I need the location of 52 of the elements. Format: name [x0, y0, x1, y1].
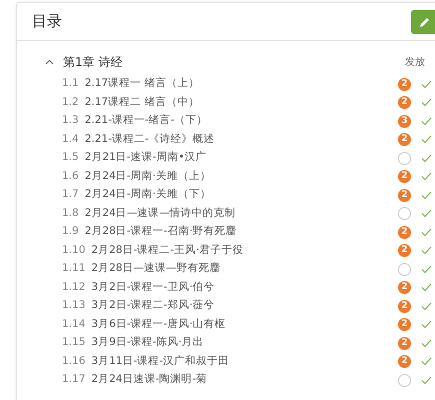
lesson-title[interactable]: 2月28日-课程一-召南·野有死麕 — [84, 224, 237, 240]
count-badge: 2 — [398, 336, 411, 350]
lesson-number: 1.9 — [62, 224, 79, 240]
lesson-title[interactable]: 2月21日-速课-周南•汉广 — [84, 150, 207, 166]
lesson-number: 1.8 — [62, 206, 79, 221]
count-badge: 2 — [398, 318, 411, 332]
lesson-number: 1.15 — [62, 335, 86, 350]
count-badge: 2 — [398, 188, 411, 202]
lesson-number: 1.17 — [62, 372, 86, 388]
count-badge: 2 — [398, 78, 411, 91]
lesson-number: 1.6 — [62, 168, 79, 184]
lesson-number: 1.14 — [62, 316, 86, 332]
lesson-title[interactable]: 3月9日-课程-陈风·月出 — [91, 335, 204, 352]
lesson-title[interactable]: 2月24日-周南·关雎（下） — [84, 187, 211, 204]
panel-title: 目录 — [32, 11, 62, 32]
lesson-title[interactable]: 2.17课程二 绪言（中） — [84, 94, 200, 111]
lesson-title[interactable]: 3月6日-课程一-唐风·山有枢 — [91, 316, 226, 333]
count-badge: 2 — [398, 281, 411, 294]
lesson-number: 1.3 — [62, 113, 79, 128]
count-badge: 3 — [398, 114, 411, 128]
lesson-number: 1.1 — [62, 76, 79, 92]
count-badge: 2 — [398, 170, 411, 184]
lesson-number: 1.13 — [62, 298, 86, 314]
column-label: 发放 — [405, 56, 425, 70]
count-badge: 2 — [398, 244, 411, 258]
count-badge: 2 — [398, 96, 411, 110]
lesson-number: 1.7 — [62, 187, 79, 202]
lesson-number: 1.10 — [62, 242, 86, 258]
count-badge: 2 — [398, 226, 411, 239]
lesson-title[interactable]: 2月24日—速课—情诗中的克制 — [84, 206, 236, 222]
lesson-title[interactable]: 2月24日速课-陶渊明-菊 — [91, 372, 208, 388]
lesson-title[interactable]: 2月28日-课程二-王风·君子于役 — [91, 242, 244, 259]
lesson-title[interactable]: 3月11日-课程-汉广和叔于田 — [91, 354, 230, 370]
lesson-number: 1.11 — [62, 261, 86, 276]
lesson-title[interactable]: 2月28日—速课—野有死麕 — [91, 261, 220, 278]
lesson-title[interactable]: 2.21-课程二-《诗经》概述 — [84, 132, 215, 148]
lesson-number: 1.16 — [62, 354, 86, 369]
pencil-icon — [419, 16, 431, 28]
lesson-number: 1.4 — [62, 132, 79, 147]
lesson-title[interactable]: 2月24日-周南·关雎（上） — [84, 168, 211, 185]
lesson-number: 1.2 — [62, 94, 79, 110]
lesson-number: 1.5 — [62, 150, 79, 166]
lesson-title[interactable]: 3月2日-课程一-卫风·伯兮 — [91, 280, 215, 296]
count-badge: 2 — [398, 300, 411, 313]
count-badge: 2 — [398, 133, 411, 146]
lesson-number: 1.12 — [62, 280, 86, 295]
count-badge: 2 — [398, 355, 411, 368]
chapter-title[interactable]: 第1章 诗经 — [63, 53, 122, 71]
chevron-up-icon[interactable] — [45, 59, 54, 65]
lesson-title[interactable]: 3月2日-课程二-郑风·蓰兮 — [91, 298, 215, 314]
lesson-title[interactable]: 2.21-课程一-绪言-（下） — [84, 113, 208, 130]
lesson-title[interactable]: 2.17课程一 绪言（上） — [84, 76, 200, 92]
